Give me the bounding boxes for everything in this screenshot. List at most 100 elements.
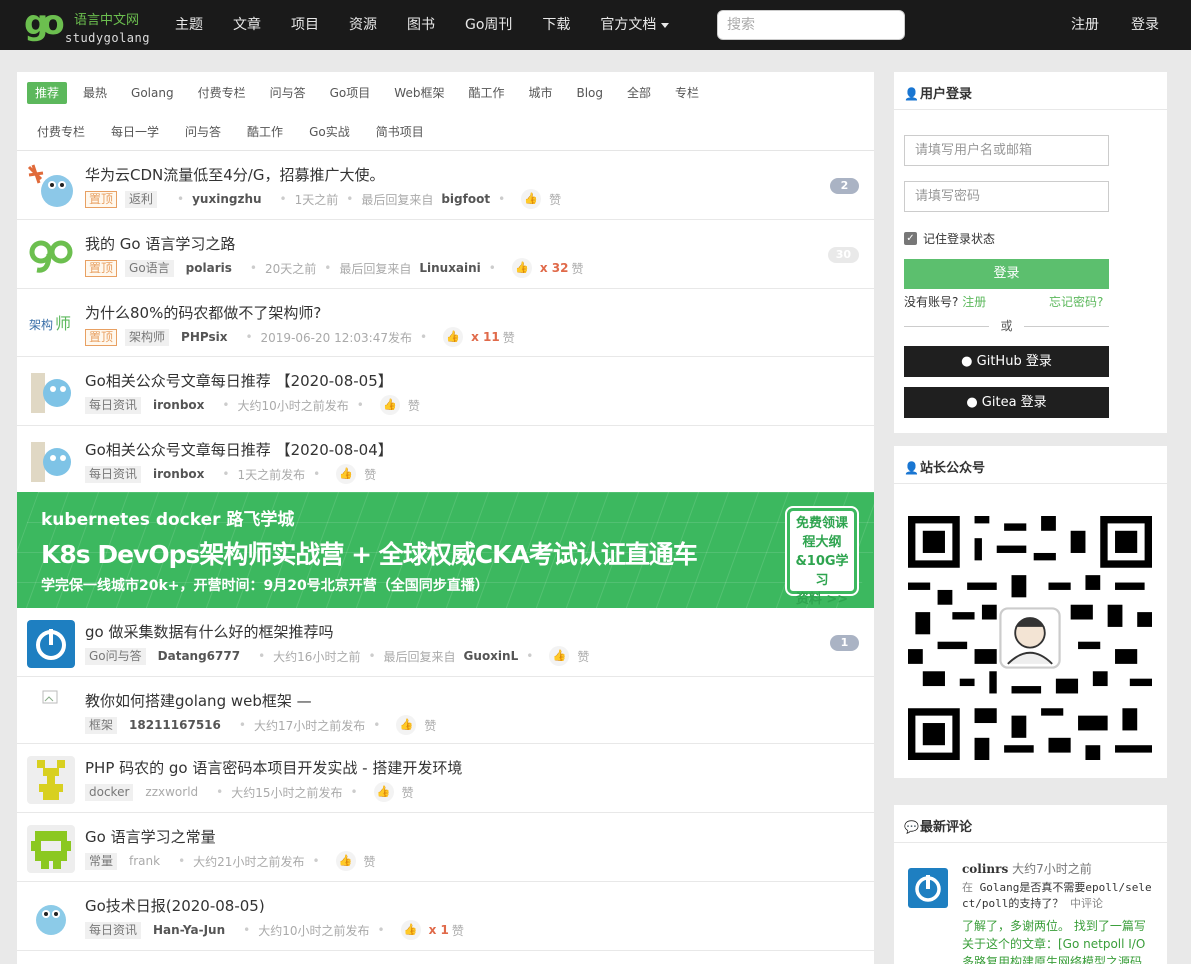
- gitea-login-button[interactable]: ● Gitea 登录: [904, 387, 1109, 418]
- tab-blog[interactable]: Blog: [568, 82, 611, 104]
- nav-item-articles[interactable]: 文章: [218, 0, 276, 50]
- thumbs-up-icon[interactable]: 👍: [335, 851, 356, 871]
- tab-web-framework[interactable]: Web框架: [386, 82, 452, 104]
- item-author[interactable]: ironbox: [153, 467, 204, 481]
- nav-item-docs[interactable]: 官方文档: [585, 0, 684, 50]
- item-last-user[interactable]: GuoxinL: [464, 649, 519, 663]
- nav-item-books[interactable]: 图书: [392, 0, 450, 50]
- list-item[interactable]: Go相关公众号文章每日推荐 【2020-08-04】 每日资讯 ironbox …: [17, 426, 874, 492]
- github-login-button[interactable]: ● GitHub 登录: [904, 346, 1109, 377]
- item-tag[interactable]: 架构师: [125, 328, 170, 346]
- item-tag[interactable]: Go问与答: [85, 647, 146, 665]
- nav-item-download[interactable]: 下载: [527, 0, 585, 50]
- username-input[interactable]: [904, 135, 1109, 166]
- item-last-user[interactable]: Linuxaini: [419, 261, 480, 275]
- list-item[interactable]: 教你如何搭建golang web框架 — 框架 18211167516 • 大约…: [17, 677, 874, 744]
- thumbs-up-icon[interactable]: 👍: [511, 258, 532, 278]
- item-title[interactable]: Go相关公众号文章每日推荐 【2020-08-05】: [85, 370, 393, 391]
- nav-item-weekly[interactable]: Go周刊: [450, 0, 527, 50]
- item-author[interactable]: Han-Ya-Jun: [153, 923, 225, 937]
- item-title[interactable]: Go相关公众号文章每日推荐 【2020-08-04】: [85, 439, 393, 460]
- subtab-go-practice[interactable]: Go实战: [301, 121, 358, 143]
- item-author[interactable]: Datang6777: [158, 649, 240, 663]
- subtab-qa[interactable]: 问与答: [177, 121, 229, 143]
- checkbox-checked-icon[interactable]: ✓: [904, 232, 917, 245]
- tab-columns[interactable]: 专栏: [667, 82, 707, 104]
- nav-item-topics[interactable]: 主题: [160, 0, 218, 50]
- tab-go-projects[interactable]: Go项目: [322, 82, 379, 104]
- list-item[interactable]: Go相关公众号文章每日推荐 【2020-08-05】 每日资讯 ironbox …: [17, 357, 874, 426]
- password-input[interactable]: [904, 181, 1109, 212]
- thumbs-up-icon[interactable]: 👍: [379, 395, 400, 415]
- avatar[interactable]: [908, 868, 948, 908]
- search-input[interactable]: [717, 10, 905, 40]
- item-author[interactable]: polaris: [186, 261, 232, 275]
- nav-item-resources[interactable]: 资源: [334, 0, 392, 50]
- tab-golang[interactable]: Golang: [123, 82, 182, 104]
- item-tag[interactable]: 每日资讯: [85, 396, 142, 414]
- list-item[interactable]: 我的 Go 语言学习之路 置顶 Go语言 polaris • 20天之前 • 最…: [17, 220, 874, 289]
- thumbs-up-icon[interactable]: 👍: [549, 646, 570, 666]
- register-link[interactable]: 注册: [1071, 0, 1099, 50]
- list-item[interactable]: PHP 码农的 go 语言密码本项目开发实战 - 搭建开发环境 docker z…: [17, 744, 874, 813]
- item-tag[interactable]: 返利: [125, 190, 158, 208]
- thumbs-up-icon[interactable]: 👍: [521, 189, 542, 209]
- tab-city[interactable]: 城市: [520, 82, 560, 104]
- login-link[interactable]: 登录: [1131, 0, 1159, 50]
- item-last-user[interactable]: bigfoot: [441, 192, 490, 206]
- item-title[interactable]: Go 语言学习之常量: [85, 826, 216, 847]
- site-logo[interactable]: go 语言中文网 studygolang: [24, 4, 152, 48]
- item-title[interactable]: 为什么80%的码农都做不了架构师?: [85, 302, 321, 323]
- remember-me[interactable]: ✓ 记住登录状态: [904, 230, 995, 247]
- subtab-jobs[interactable]: 酷工作: [239, 121, 291, 143]
- tab-hot[interactable]: 最热: [75, 82, 115, 104]
- comment-content[interactable]: 了解了，多谢两位。 找到了一篇写关于这个的文章：[Go netpoll I/O …: [962, 917, 1152, 964]
- tab-paid-column[interactable]: 付费专栏: [190, 82, 254, 104]
- subtab-jianshu[interactable]: 简书项目: [368, 121, 432, 143]
- item-tag[interactable]: 每日资讯: [85, 465, 142, 483]
- item-tag[interactable]: docker: [85, 783, 134, 801]
- logo-en-text: studygolang: [65, 31, 150, 45]
- item-author[interactable]: zzxworld: [145, 785, 198, 799]
- list-item[interactable]: Go技术日报(2020-08-05) 每日资讯 Han-Ya-Jun • 大约1…: [17, 882, 874, 951]
- tab-all[interactable]: 全部: [619, 82, 659, 104]
- thumbs-up-icon[interactable]: 👍: [373, 782, 394, 802]
- comment-user[interactable]: colinrs: [962, 862, 1008, 876]
- tab-qa[interactable]: 问与答: [262, 82, 314, 104]
- comment-topic-link[interactable]: Golang是否真不需要epoll/select/poll的支持了？: [962, 881, 1152, 910]
- item-tag[interactable]: 每日资讯: [85, 921, 142, 939]
- no-account-row: 没有账号? 注册: [904, 293, 986, 310]
- banner-cta[interactable]: 免费领课 程大纲 &10G学习 资料 >>: [787, 508, 857, 607]
- item-title[interactable]: 我的 Go 语言学习之路: [85, 233, 235, 254]
- forgot-password-link[interactable]: 忘记密码?: [1049, 293, 1103, 310]
- register-link[interactable]: 注册: [962, 295, 986, 309]
- item-title[interactable]: go 做采集数据有什么好的框架推荐吗: [85, 621, 333, 642]
- list-item[interactable]: 架构师 为什么80%的码农都做不了架构师? 置顶 架构师 PHPsix • 20…: [17, 289, 874, 357]
- item-tag[interactable]: Go语言: [125, 259, 174, 277]
- subtab-daily[interactable]: 每日一学: [103, 121, 167, 143]
- tab-jobs[interactable]: 酷工作: [460, 82, 512, 104]
- item-author[interactable]: yuxingzhu: [192, 192, 261, 206]
- item-title[interactable]: 华为云CDN流量低至4分/G，招募推广大使。: [85, 164, 384, 185]
- list-item[interactable]: 华为云CDN流量低至4分/G，招募推广大使。 置顶 返利 • yuxingzhu…: [17, 151, 874, 220]
- thumbs-up-icon[interactable]: 👍: [396, 715, 417, 735]
- ad-banner[interactable]: kubernetes docker 路飞学城 K8s DevOps架构师实战营 …: [17, 492, 874, 608]
- item-author[interactable]: ironbox: [153, 398, 204, 412]
- item-title[interactable]: Go技术日报(2020-08-05): [85, 895, 265, 916]
- list-item[interactable]: Go 语言学习之常量 常量 frank • 大约21小时之前发布 • 👍 赞: [17, 813, 874, 882]
- tab-recommend[interactable]: 推荐: [27, 82, 68, 104]
- item-author[interactable]: PHPsix: [181, 330, 227, 344]
- item-author[interactable]: 18211167516: [129, 718, 221, 732]
- thumbs-up-icon[interactable]: 👍: [400, 920, 421, 940]
- thumbs-up-icon[interactable]: 👍: [336, 464, 357, 484]
- nav-item-projects[interactable]: 项目: [276, 0, 334, 50]
- item-tag[interactable]: 框架: [85, 716, 118, 734]
- item-tag[interactable]: 常量: [85, 852, 118, 870]
- item-title[interactable]: PHP 码农的 go 语言密码本项目开发实战 - 搭建开发环境: [85, 757, 462, 778]
- item-title[interactable]: 教你如何搭建golang web框架 —: [85, 690, 312, 711]
- list-item[interactable]: go 做采集数据有什么好的框架推荐吗 Go问与答 Datang6777 • 大约…: [17, 608, 874, 677]
- thumbs-up-icon[interactable]: 👍: [443, 327, 464, 347]
- item-author[interactable]: frank: [129, 854, 160, 868]
- login-button[interactable]: 登录: [904, 259, 1109, 289]
- subtab-paid-column[interactable]: 付费专栏: [29, 121, 93, 143]
